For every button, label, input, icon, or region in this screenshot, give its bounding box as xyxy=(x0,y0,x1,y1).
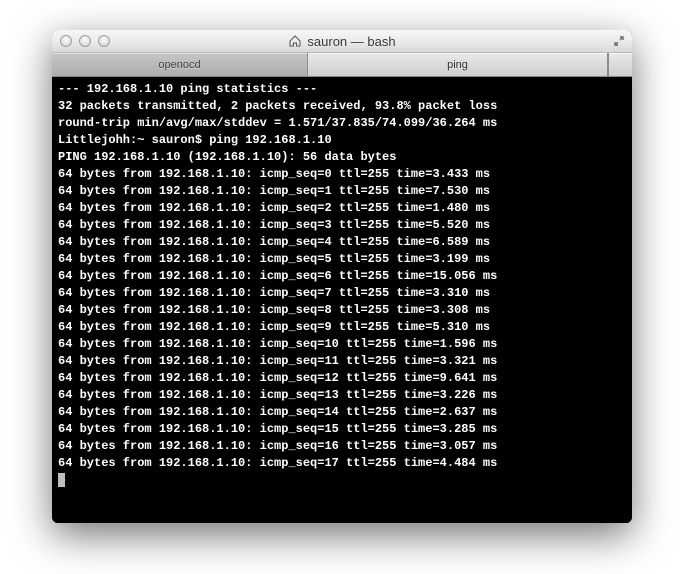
tab-overflow-handle[interactable] xyxy=(608,53,632,76)
zoom-button[interactable] xyxy=(98,35,110,47)
tab-bar: openocd ping xyxy=(52,53,632,77)
tab-ping[interactable]: ping xyxy=(308,53,608,76)
term-line: 64 bytes from 192.168.1.10: icmp_seq=11 … xyxy=(58,354,497,368)
term-line: PING 192.168.1.10 (192.168.1.10): 56 dat… xyxy=(58,150,396,164)
home-icon xyxy=(288,35,302,47)
term-line: 64 bytes from 192.168.1.10: icmp_seq=10 … xyxy=(58,337,497,351)
term-line: 64 bytes from 192.168.1.10: icmp_seq=7 t… xyxy=(58,286,490,300)
cursor xyxy=(58,473,65,487)
close-button[interactable] xyxy=(60,35,72,47)
term-line: 64 bytes from 192.168.1.10: icmp_seq=4 t… xyxy=(58,235,490,249)
tab-openocd[interactable]: openocd xyxy=(52,53,308,76)
term-line: --- 192.168.1.10 ping statistics --- xyxy=(58,82,317,96)
term-line: round-trip min/avg/max/stddev = 1.571/37… xyxy=(58,116,497,130)
terminal-window: sauron — bash openocd ping --- 192.168.1… xyxy=(52,30,632,523)
term-line: 64 bytes from 192.168.1.10: icmp_seq=8 t… xyxy=(58,303,490,317)
tab-label: ping xyxy=(447,59,468,71)
tab-label: openocd xyxy=(158,59,200,71)
term-line: 64 bytes from 192.168.1.10: icmp_seq=2 t… xyxy=(58,201,490,215)
traffic-lights xyxy=(52,35,110,47)
minimize-button[interactable] xyxy=(79,35,91,47)
terminal-output[interactable]: --- 192.168.1.10 ping statistics --- 32 … xyxy=(52,77,632,523)
term-line: 64 bytes from 192.168.1.10: icmp_seq=1 t… xyxy=(58,184,490,198)
term-line: 64 bytes from 192.168.1.10: icmp_seq=5 t… xyxy=(58,252,490,266)
term-line: 64 bytes from 192.168.1.10: icmp_seq=13 … xyxy=(58,388,497,402)
window-title: sauron — bash xyxy=(52,34,632,49)
term-line: 64 bytes from 192.168.1.10: icmp_seq=15 … xyxy=(58,422,497,436)
titlebar[interactable]: sauron — bash xyxy=(52,30,632,53)
term-line: 64 bytes from 192.168.1.10: icmp_seq=17 … xyxy=(58,456,497,470)
window-title-text: sauron — bash xyxy=(307,34,395,49)
term-line: 64 bytes from 192.168.1.10: icmp_seq=16 … xyxy=(58,439,497,453)
term-line: 64 bytes from 192.168.1.10: icmp_seq=12 … xyxy=(58,371,497,385)
term-line: 32 packets transmitted, 2 packets receiv… xyxy=(58,99,497,113)
term-prompt: Littlejohh:~ sauron$ ping 192.168.1.10 xyxy=(58,133,332,147)
term-line: 64 bytes from 192.168.1.10: icmp_seq=14 … xyxy=(58,405,497,419)
term-line: 64 bytes from 192.168.1.10: icmp_seq=9 t… xyxy=(58,320,490,334)
term-line: 64 bytes from 192.168.1.10: icmp_seq=6 t… xyxy=(58,269,497,283)
expand-icon[interactable] xyxy=(612,34,626,48)
term-line: 64 bytes from 192.168.1.10: icmp_seq=0 t… xyxy=(58,167,490,181)
term-line: 64 bytes from 192.168.1.10: icmp_seq=3 t… xyxy=(58,218,490,232)
